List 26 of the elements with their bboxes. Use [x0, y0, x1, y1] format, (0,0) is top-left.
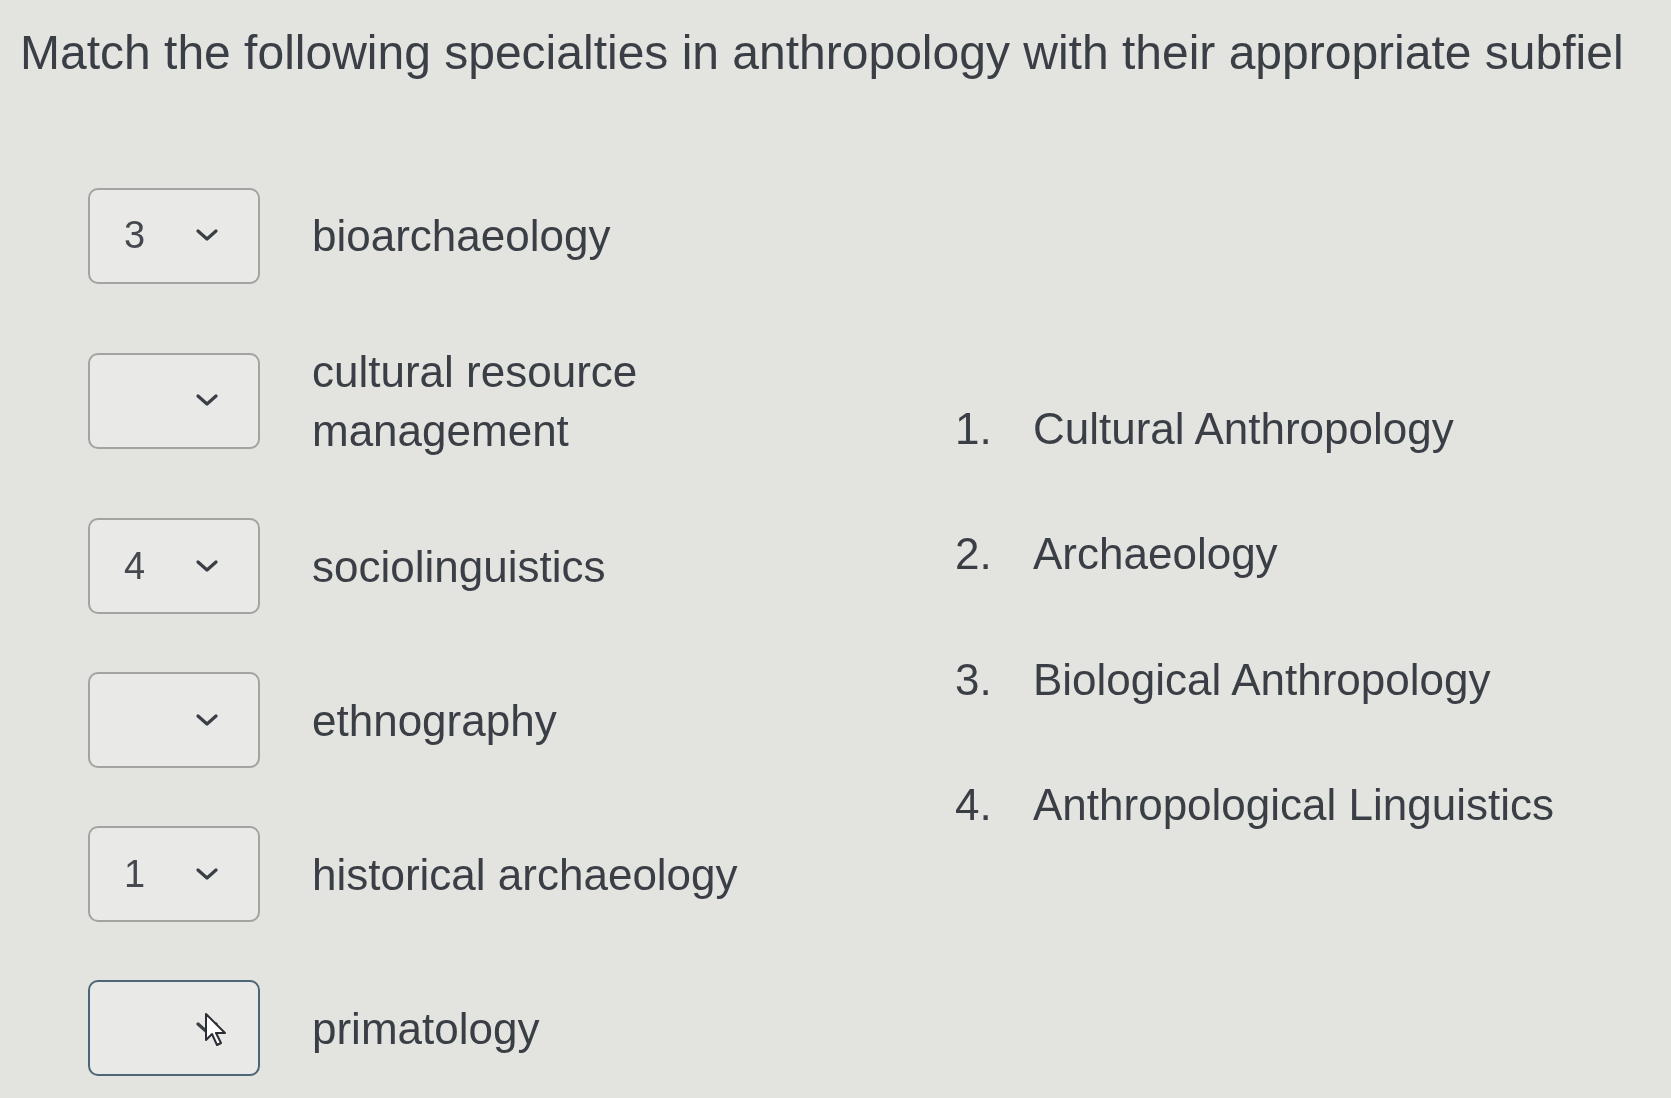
- answer-dropdown[interactable]: 3: [88, 187, 260, 284]
- answer-dropdown[interactable]: 1: [88, 826, 260, 923]
- option-label: Archaeology: [1033, 528, 1278, 581]
- chevron-down-icon: [196, 394, 218, 408]
- option-number: 2.: [955, 528, 993, 581]
- chevron-down-icon: [196, 229, 218, 243]
- option-number: 3.: [955, 653, 993, 706]
- option-label: Biological Anthropology: [1033, 653, 1491, 706]
- chevron-down-icon: [196, 713, 218, 727]
- answer-dropdown[interactable]: 4: [88, 518, 260, 615]
- specialty-label: ethnography: [312, 694, 558, 747]
- specialty-label: primatology: [312, 1002, 541, 1055]
- chevron-down-icon: [196, 867, 218, 881]
- specialty-label: cultural resource management: [312, 345, 639, 457]
- question-prompt: Match the following specialties in anthropology with their appropriate subfiel: [20, 26, 1624, 79]
- option-number: 4.: [955, 779, 993, 832]
- specialty-label: bioarchaeology: [312, 209, 612, 262]
- option-label: Anthropological Linguistics: [1033, 779, 1554, 832]
- answer-dropdown[interactable]: [88, 672, 260, 769]
- specialty-label: historical archaeology: [312, 848, 739, 901]
- chevron-down-icon: [196, 559, 218, 573]
- specialty-label: sociolinguistics: [312, 540, 607, 593]
- answer-dropdown[interactable]: [88, 980, 260, 1077]
- option-label: Cultural Anthropology: [1033, 402, 1454, 455]
- answer-dropdown[interactable]: [88, 353, 260, 449]
- option-number: 1.: [955, 402, 993, 455]
